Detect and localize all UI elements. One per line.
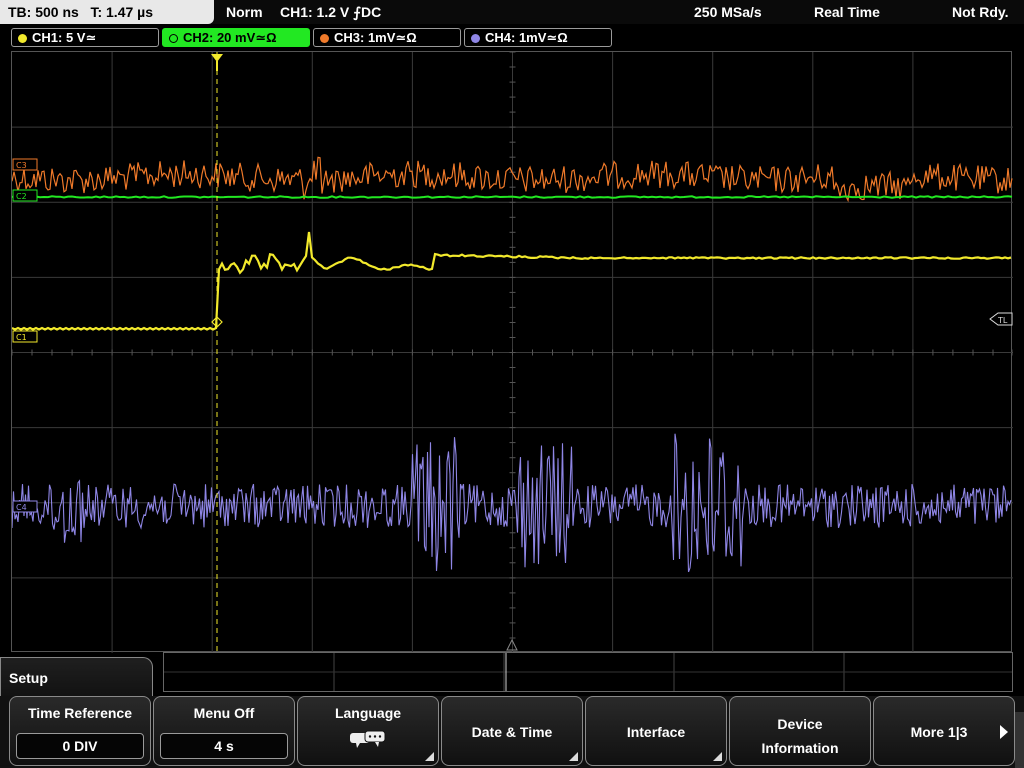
trigger-position-stem xyxy=(216,61,218,71)
acquisition-state: Not Rdy. xyxy=(952,4,1009,20)
channel-1-marker[interactable]: C1 xyxy=(12,330,38,343)
menu-title: Setup xyxy=(0,657,153,697)
menu-off-label: Menu Off xyxy=(193,705,255,721)
zoom-overview-strip xyxy=(163,652,1013,692)
channel-1-tab[interactable]: CH1: 5 V≃ xyxy=(11,28,159,47)
channel-2-tab[interactable]: CH2: 20 mV≃Ω xyxy=(162,28,310,47)
time-reference-label: Time Reference xyxy=(27,705,132,721)
more-button[interactable]: More 1|3 xyxy=(873,696,1015,766)
channel-4-label: CH4: 1mV≃Ω xyxy=(485,30,568,45)
trigger-setting[interactable]: CH1: 1.2 V ⨍DC xyxy=(280,0,381,24)
submenu-corner-icon xyxy=(569,752,578,761)
interface-button[interactable]: Interface xyxy=(585,696,727,766)
language-label: Language xyxy=(334,705,402,721)
menu-off-value: 4 s xyxy=(160,733,288,759)
submenu-corner-icon xyxy=(713,752,722,761)
channel-1-dot-icon xyxy=(18,34,27,43)
channel-2-marker[interactable]: C2 xyxy=(12,189,38,202)
acquisition-mode: Real Time xyxy=(814,4,880,20)
channel-3-dot-icon xyxy=(320,34,329,43)
channel-4-tab[interactable]: CH4: 1mV≃Ω xyxy=(464,28,612,47)
softkey-menu: Time Reference 0 DIV Menu Off 4 s Langua… xyxy=(0,696,1024,768)
channel-2-label: CH2: 20 mV≃Ω xyxy=(183,30,277,45)
menu-scroll-edge xyxy=(1015,712,1024,768)
trigger-level-marker[interactable]: TL xyxy=(989,312,1013,326)
submenu-corner-icon xyxy=(425,752,434,761)
svg-text:C1: C1 xyxy=(16,333,27,342)
graticule-grid xyxy=(12,52,1013,653)
trigger-mode[interactable]: Norm xyxy=(226,0,263,24)
svg-text:C2: C2 xyxy=(16,192,27,201)
speech-bubbles-icon xyxy=(350,730,386,748)
status-bar: TB: 500 ns T: 1.47 µs Norm CH1: 1.2 V ⨍D… xyxy=(0,0,1024,24)
device-information-label: Device Information xyxy=(761,716,839,756)
language-button[interactable]: Language xyxy=(297,696,439,766)
channel-3-label: CH3: 1mV≃Ω xyxy=(334,30,417,45)
trigger-position-icon[interactable] xyxy=(211,54,223,62)
strip-grid xyxy=(164,653,1012,691)
svg-text:C3: C3 xyxy=(16,161,27,170)
channel-1-label: CH1: 5 V≃ xyxy=(32,30,97,45)
device-information-button[interactable]: Device Information xyxy=(729,696,871,766)
menu-off-button[interactable]: Menu Off 4 s xyxy=(153,696,295,766)
channel-2-dot-icon xyxy=(169,34,178,43)
date-time-button[interactable]: Date & Time xyxy=(441,696,583,766)
channel-3-marker[interactable]: C3 xyxy=(12,158,38,171)
waveform-display[interactable]: C3 C2 C1 C4 TL xyxy=(11,51,1013,653)
svg-text:C4: C4 xyxy=(16,503,27,512)
channel-4-dot-icon xyxy=(471,34,480,43)
more-label: More 1|3 xyxy=(910,724,968,740)
waveform-canvas: C3 C2 C1 C4 TL xyxy=(12,52,1013,653)
time-reference-button[interactable]: Time Reference 0 DIV xyxy=(9,696,151,766)
sample-rate: 250 MSa/s xyxy=(694,4,762,20)
time-reference-value: 0 DIV xyxy=(16,733,144,759)
channel-bar: CH1: 5 V≃ CH2: 20 mV≃Ω CH3: 1mV≃Ω CH4: 1… xyxy=(0,26,1024,48)
channel-4-marker[interactable]: C4 xyxy=(12,500,38,513)
interface-label: Interface xyxy=(626,724,686,740)
timebase-readout[interactable]: TB: 500 ns T: 1.47 µs xyxy=(0,0,214,24)
next-page-arrow-icon xyxy=(1000,725,1008,739)
channel-1-waveform xyxy=(12,231,1012,331)
channel-2-waveform xyxy=(12,195,1013,199)
channel-3-tab[interactable]: CH3: 1mV≃Ω xyxy=(313,28,461,47)
svg-text:TL: TL xyxy=(997,316,1008,325)
date-time-label: Date & Time xyxy=(471,724,553,740)
